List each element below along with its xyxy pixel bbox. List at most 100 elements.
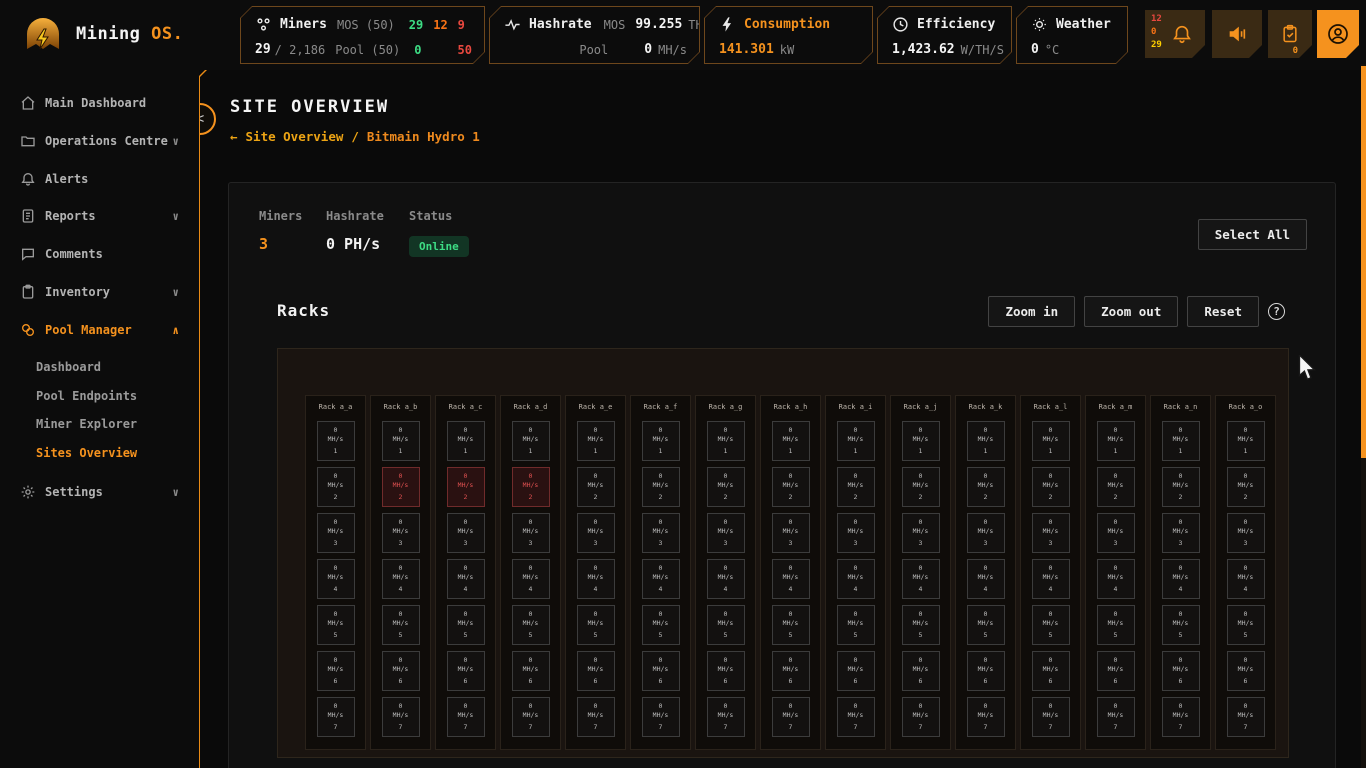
select-all-button[interactable]: Select All (1198, 219, 1307, 250)
miner-cell[interactable]: 0MH/s4 (512, 559, 550, 599)
miner-cell[interactable]: 0MH/s7 (1227, 697, 1265, 737)
miner-cell[interactable]: 0MH/s6 (1097, 651, 1135, 691)
miner-cell[interactable]: 0MH/s3 (317, 513, 355, 553)
miner-cell[interactable]: 0MH/s5 (1097, 605, 1135, 645)
miner-cell[interactable]: 0MH/s4 (772, 559, 810, 599)
miner-cell[interactable]: 0MH/s7 (1032, 697, 1070, 737)
sidebar-item-alerts[interactable]: Alerts (0, 166, 199, 192)
miner-cell[interactable]: 0MH/s6 (707, 651, 745, 691)
miner-cell[interactable]: 0MH/s6 (902, 651, 940, 691)
back-arrow-icon[interactable]: ← (230, 129, 238, 144)
miner-cell[interactable]: 0MH/s4 (447, 559, 485, 599)
miner-cell[interactable]: 0MH/s7 (577, 697, 615, 737)
sidebar-item-comments[interactable]: Comments (0, 241, 199, 267)
miner-cell[interactable]: 0MH/s3 (1097, 513, 1135, 553)
miner-cell[interactable]: 0MH/s7 (837, 697, 875, 737)
miner-cell[interactable]: 0MH/s7 (512, 697, 550, 737)
tasks-button[interactable]: 0 (1268, 10, 1312, 58)
miner-cell[interactable]: 0MH/s7 (967, 697, 1005, 737)
miner-cell[interactable]: 0MH/s2 (902, 467, 940, 507)
miner-cell[interactable]: 0MH/s4 (577, 559, 615, 599)
miner-cell[interactable]: 0MH/s3 (967, 513, 1005, 553)
miner-cell[interactable]: 0MH/s4 (1162, 559, 1200, 599)
miner-cell[interactable]: 0MH/s7 (382, 697, 420, 737)
miner-cell[interactable]: 0MH/s2 (1032, 467, 1070, 507)
help-icon[interactable]: ? (1268, 303, 1285, 320)
miner-cell[interactable]: 0MH/s6 (577, 651, 615, 691)
miner-cell[interactable]: 0MH/s1 (1097, 421, 1135, 461)
miner-cell[interactable]: 0MH/s3 (902, 513, 940, 553)
sidebar-subitem-pool-endpoints[interactable]: Pool Endpoints (36, 385, 137, 407)
miner-cell[interactable]: 0MH/s4 (902, 559, 940, 599)
sidebar-subitem-sites-overview[interactable]: Sites Overview (36, 442, 137, 464)
miner-cell[interactable]: 0MH/s7 (1097, 697, 1135, 737)
miner-cell[interactable]: 0MH/s5 (317, 605, 355, 645)
miner-cell[interactable]: 0MH/s4 (837, 559, 875, 599)
sidebar-subitem-miner-explorer[interactable]: Miner Explorer (36, 413, 137, 435)
miner-cell[interactable]: 0MH/s5 (772, 605, 810, 645)
miner-cell[interactable]: 0MH/s6 (512, 651, 550, 691)
miner-cell[interactable]: 0MH/s6 (1227, 651, 1265, 691)
miner-cell[interactable]: 0MH/s3 (1162, 513, 1200, 553)
miner-cell[interactable]: 0MH/s3 (707, 513, 745, 553)
zoom-out-button[interactable]: Zoom out (1084, 296, 1178, 327)
miner-cell[interactable]: 0MH/s2 (317, 467, 355, 507)
miner-cell[interactable]: 0MH/s1 (1032, 421, 1070, 461)
miner-cell[interactable]: 0MH/s4 (382, 559, 420, 599)
miner-cell[interactable]: 0MH/s1 (837, 421, 875, 461)
notifications-button[interactable]: 12 0 29 (1145, 10, 1205, 58)
miner-cell[interactable]: 0MH/s5 (1227, 605, 1265, 645)
miner-cell[interactable]: 0MH/s6 (967, 651, 1005, 691)
miner-cell[interactable]: 0MH/s1 (447, 421, 485, 461)
page-scrollbar[interactable] (1361, 64, 1366, 768)
miner-cell[interactable]: 0MH/s4 (967, 559, 1005, 599)
miner-cell[interactable]: 0MH/s6 (1162, 651, 1200, 691)
breadcrumb-root[interactable]: Site Overview (246, 129, 344, 144)
miner-cell[interactable]: 0MH/s1 (577, 421, 615, 461)
miner-cell[interactable]: 0MH/s2 (837, 467, 875, 507)
miner-cell[interactable]: 0MH/s3 (642, 513, 680, 553)
miner-cell[interactable]: 0MH/s6 (317, 651, 355, 691)
miner-cell[interactable]: 0MH/s2 (1097, 467, 1135, 507)
miner-cell[interactable]: 0MH/s6 (447, 651, 485, 691)
breadcrumb[interactable]: ← Site Overview / Bitmain Hydro 1 (230, 129, 480, 144)
miner-cell[interactable]: 0MH/s4 (642, 559, 680, 599)
miner-cell[interactable]: 0MH/s2 (382, 467, 420, 507)
miner-cell[interactable]: 0MH/s7 (1162, 697, 1200, 737)
miner-cell[interactable]: 0MH/s5 (447, 605, 485, 645)
miner-cell[interactable]: 0MH/s6 (837, 651, 875, 691)
miner-cell[interactable]: 0MH/s3 (837, 513, 875, 553)
miner-cell[interactable]: 0MH/s2 (707, 467, 745, 507)
miner-cell[interactable]: 0MH/s2 (1227, 467, 1265, 507)
miner-cell[interactable]: 0MH/s1 (1227, 421, 1265, 461)
miner-cell[interactable]: 0MH/s7 (772, 697, 810, 737)
miner-cell[interactable]: 0MH/s5 (382, 605, 420, 645)
account-button[interactable] (1317, 10, 1359, 58)
miner-cell[interactable]: 0MH/s2 (1162, 467, 1200, 507)
sidebar-item-main-dashboard[interactable]: Main Dashboard (0, 90, 199, 116)
miner-cell[interactable]: 0MH/s1 (512, 421, 550, 461)
miner-cell[interactable]: 0MH/s5 (1162, 605, 1200, 645)
sound-button[interactable] (1212, 10, 1262, 58)
sidebar-item-inventory[interactable]: Inventory ∨ (0, 279, 199, 305)
miner-cell[interactable]: 0MH/s6 (382, 651, 420, 691)
zoom-in-button[interactable]: Zoom in (988, 296, 1075, 327)
miner-cell[interactable]: 0MH/s3 (1227, 513, 1265, 553)
sidebar-subitem-dashboard[interactable]: Dashboard (36, 356, 101, 378)
miner-cell[interactable]: 0MH/s2 (967, 467, 1005, 507)
miner-cell[interactable]: 0MH/s4 (1032, 559, 1070, 599)
miner-cell[interactable]: 0MH/s1 (902, 421, 940, 461)
app-logo[interactable]: Mining OS. (22, 13, 183, 55)
miner-cell[interactable]: 0MH/s7 (317, 697, 355, 737)
miner-cell[interactable]: 0MH/s7 (642, 697, 680, 737)
miner-cell[interactable]: 0MH/s6 (1032, 651, 1070, 691)
miner-cell[interactable]: 0MH/s4 (1227, 559, 1265, 599)
miner-cell[interactable]: 0MH/s5 (642, 605, 680, 645)
miner-cell[interactable]: 0MH/s3 (382, 513, 420, 553)
miner-cell[interactable]: 0MH/s5 (837, 605, 875, 645)
miner-cell[interactable]: 0MH/s4 (317, 559, 355, 599)
sidebar-item-pool-manager[interactable]: Pool Manager ∧ (0, 317, 199, 343)
miner-cell[interactable]: 0MH/s1 (642, 421, 680, 461)
miner-cell[interactable]: 0MH/s1 (1162, 421, 1200, 461)
sidebar-item-settings[interactable]: Settings ∨ (0, 479, 199, 505)
